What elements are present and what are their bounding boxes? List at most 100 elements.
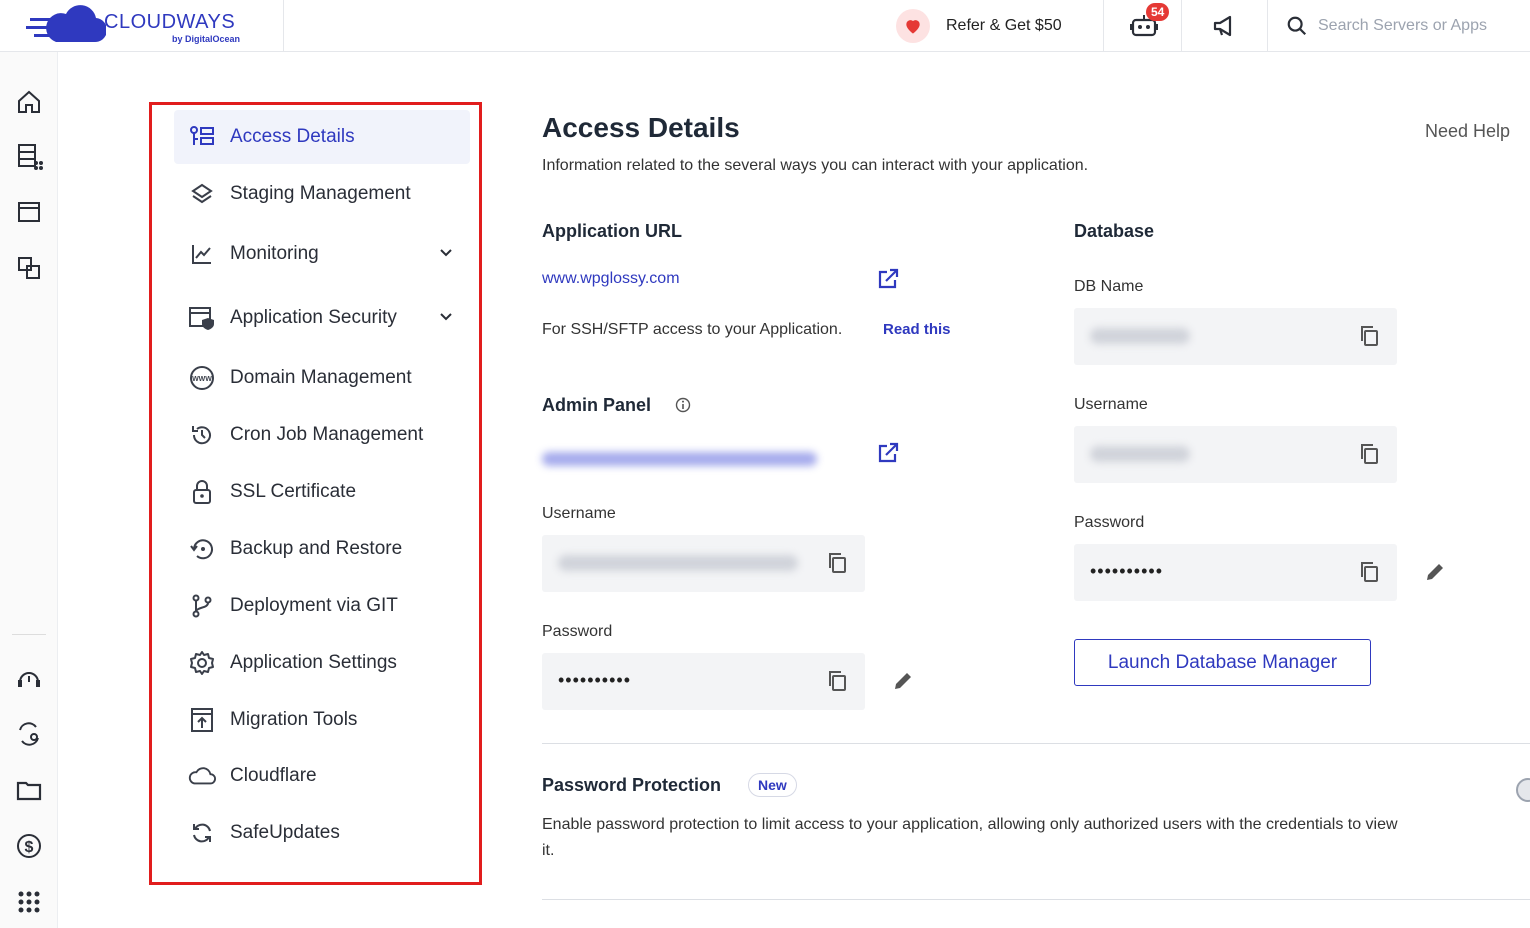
nav-item-application-security[interactable]: Application Security [174, 291, 470, 345]
page-subtitle: Information related to the several ways … [542, 157, 1089, 174]
application-url-heading: Application URL [542, 221, 682, 241]
db-password-field[interactable]: •••••••••• [1074, 544, 1397, 601]
db-name-field[interactable] [1074, 308, 1397, 365]
password-protection-toggle[interactable] [1516, 778, 1530, 802]
search-icon [1287, 16, 1307, 36]
db-password-label: Password [1074, 514, 1145, 531]
search-input[interactable] [1318, 17, 1518, 35]
lock-icon [188, 478, 216, 506]
upload-box-icon [188, 706, 216, 734]
history-icon [188, 421, 216, 449]
nav-label: Access Details [230, 126, 355, 147]
nav-item-ssl-certificate[interactable]: SSL Certificate [174, 465, 470, 519]
home-icon[interactable] [15, 88, 43, 116]
launch-database-manager-button[interactable]: Launch Database Manager [1074, 639, 1371, 686]
chevron-down-icon [440, 249, 452, 257]
admin-password-field[interactable]: •••••••••• [542, 653, 865, 710]
nav-label: Cron Job Management [230, 424, 424, 445]
nav-item-safeupdates[interactable]: SafeUpdates [174, 806, 470, 860]
external-link-icon[interactable] [876, 267, 900, 291]
nav-label: Cloudflare [230, 765, 317, 786]
copy-icon[interactable] [1357, 560, 1381, 584]
copy-icon[interactable] [1357, 324, 1381, 348]
nav-item-migration-tools[interactable]: Migration Tools [174, 693, 470, 747]
admin-url-blurred[interactable] [542, 452, 817, 466]
servers-icon[interactable] [15, 142, 43, 170]
admin-password-label: Password [542, 623, 613, 640]
svg-text:$: $ [25, 839, 34, 856]
ssh-access-text: For SSH/SFTP access to your Application. [542, 321, 843, 338]
section-divider [542, 743, 1530, 744]
nav-item-access-details[interactable]: Access Details [174, 110, 470, 164]
new-badge: New [748, 773, 797, 797]
left-rail: $ [0, 52, 58, 928]
shield-window-icon [188, 304, 216, 332]
megaphone-icon [1213, 15, 1232, 37]
folder-icon[interactable] [15, 776, 43, 804]
application-url-link[interactable]: www.wpglossy.com [542, 270, 680, 288]
apps-grid-icon[interactable] [15, 888, 43, 916]
section-divider [542, 899, 1530, 900]
copy-icon[interactable] [825, 551, 849, 575]
projects-icon[interactable] [15, 254, 43, 282]
logo[interactable]: CLOUDWAYS by DigitalOcean [0, 0, 284, 52]
pencil-icon[interactable] [1423, 560, 1447, 584]
page-title: Access Details [542, 112, 740, 143]
db-name-label: DB Name [1074, 278, 1144, 295]
admin-username-field[interactable] [542, 535, 865, 592]
notifications-button[interactable]: 54 [1104, 0, 1182, 52]
database-heading: Database [1074, 221, 1155, 241]
logo-text: CLOUDWAYS [104, 11, 236, 33]
read-this-link[interactable]: Read this [883, 321, 951, 338]
password-protection-description: Enable password protection to limit acce… [542, 816, 1398, 859]
nav-label: Deployment via GIT [230, 595, 398, 616]
www-icon: WWW [188, 364, 216, 392]
nav-label: Monitoring [230, 243, 319, 264]
nav-item-deployment-via-git[interactable]: Deployment via GIT [174, 579, 470, 633]
external-link-icon[interactable] [876, 441, 900, 465]
copy-icon[interactable] [825, 669, 849, 693]
need-help-link[interactable]: Need Help [1425, 121, 1510, 142]
blurred-value [558, 555, 798, 571]
admin-username-label: Username [542, 505, 616, 522]
chevron-down-icon [440, 313, 452, 321]
refer-label: Refer & Get $50 [946, 17, 1062, 34]
gear-icon [188, 649, 216, 677]
blurred-value [1090, 328, 1190, 344]
password-mask: •••••••••• [1090, 561, 1164, 581]
heart-icon [896, 9, 930, 43]
info-icon[interactable] [675, 397, 691, 413]
nav-item-domain-management[interactable]: WWW Domain Management [174, 351, 470, 405]
pencil-icon[interactable] [891, 669, 915, 693]
nav-item-cloudflare[interactable]: Cloudflare [174, 749, 470, 803]
nav-item-cron-job-management[interactable]: Cron Job Management [174, 408, 470, 462]
nav-item-application-settings[interactable]: Application Settings [174, 636, 470, 690]
nav-item-monitoring[interactable]: Monitoring [174, 227, 470, 281]
nav-item-backup-and-restore[interactable]: Backup and Restore [174, 522, 470, 576]
support-icon[interactable] [15, 664, 43, 692]
nav-label: SafeUpdates [230, 822, 340, 843]
copy-icon[interactable] [1357, 442, 1381, 466]
nav-label: Staging Management [230, 183, 411, 204]
nav-label: Backup and Restore [230, 538, 403, 559]
application-nav-highlight: Access Details Staging Management Monito… [149, 102, 482, 885]
git-branch-icon [188, 592, 216, 620]
cloud-icon [188, 762, 216, 790]
nav-item-staging-management[interactable]: Staging Management [174, 167, 470, 221]
nav-label: Domain Management [230, 367, 412, 388]
refer-button[interactable]: Refer & Get $50 [896, 0, 1104, 52]
team-icon[interactable] [15, 720, 43, 748]
nav-label: Application Security [230, 307, 397, 328]
nav-label: Migration Tools [230, 709, 358, 730]
applications-icon[interactable] [15, 198, 43, 226]
search-bar[interactable] [1268, 0, 1530, 52]
announcements-button[interactable] [1182, 0, 1268, 52]
top-bar: CLOUDWAYS by DigitalOcean Refer & Get $5… [0, 0, 1530, 52]
notification-badge: 54 [1146, 3, 1170, 21]
billing-icon[interactable]: $ [15, 832, 43, 860]
blurred-value [1090, 446, 1190, 462]
db-username-field[interactable] [1074, 426, 1397, 483]
password-protection-heading: Password Protection [542, 775, 722, 795]
access-details-icon [188, 123, 216, 151]
nav-label: Application Settings [230, 652, 397, 673]
